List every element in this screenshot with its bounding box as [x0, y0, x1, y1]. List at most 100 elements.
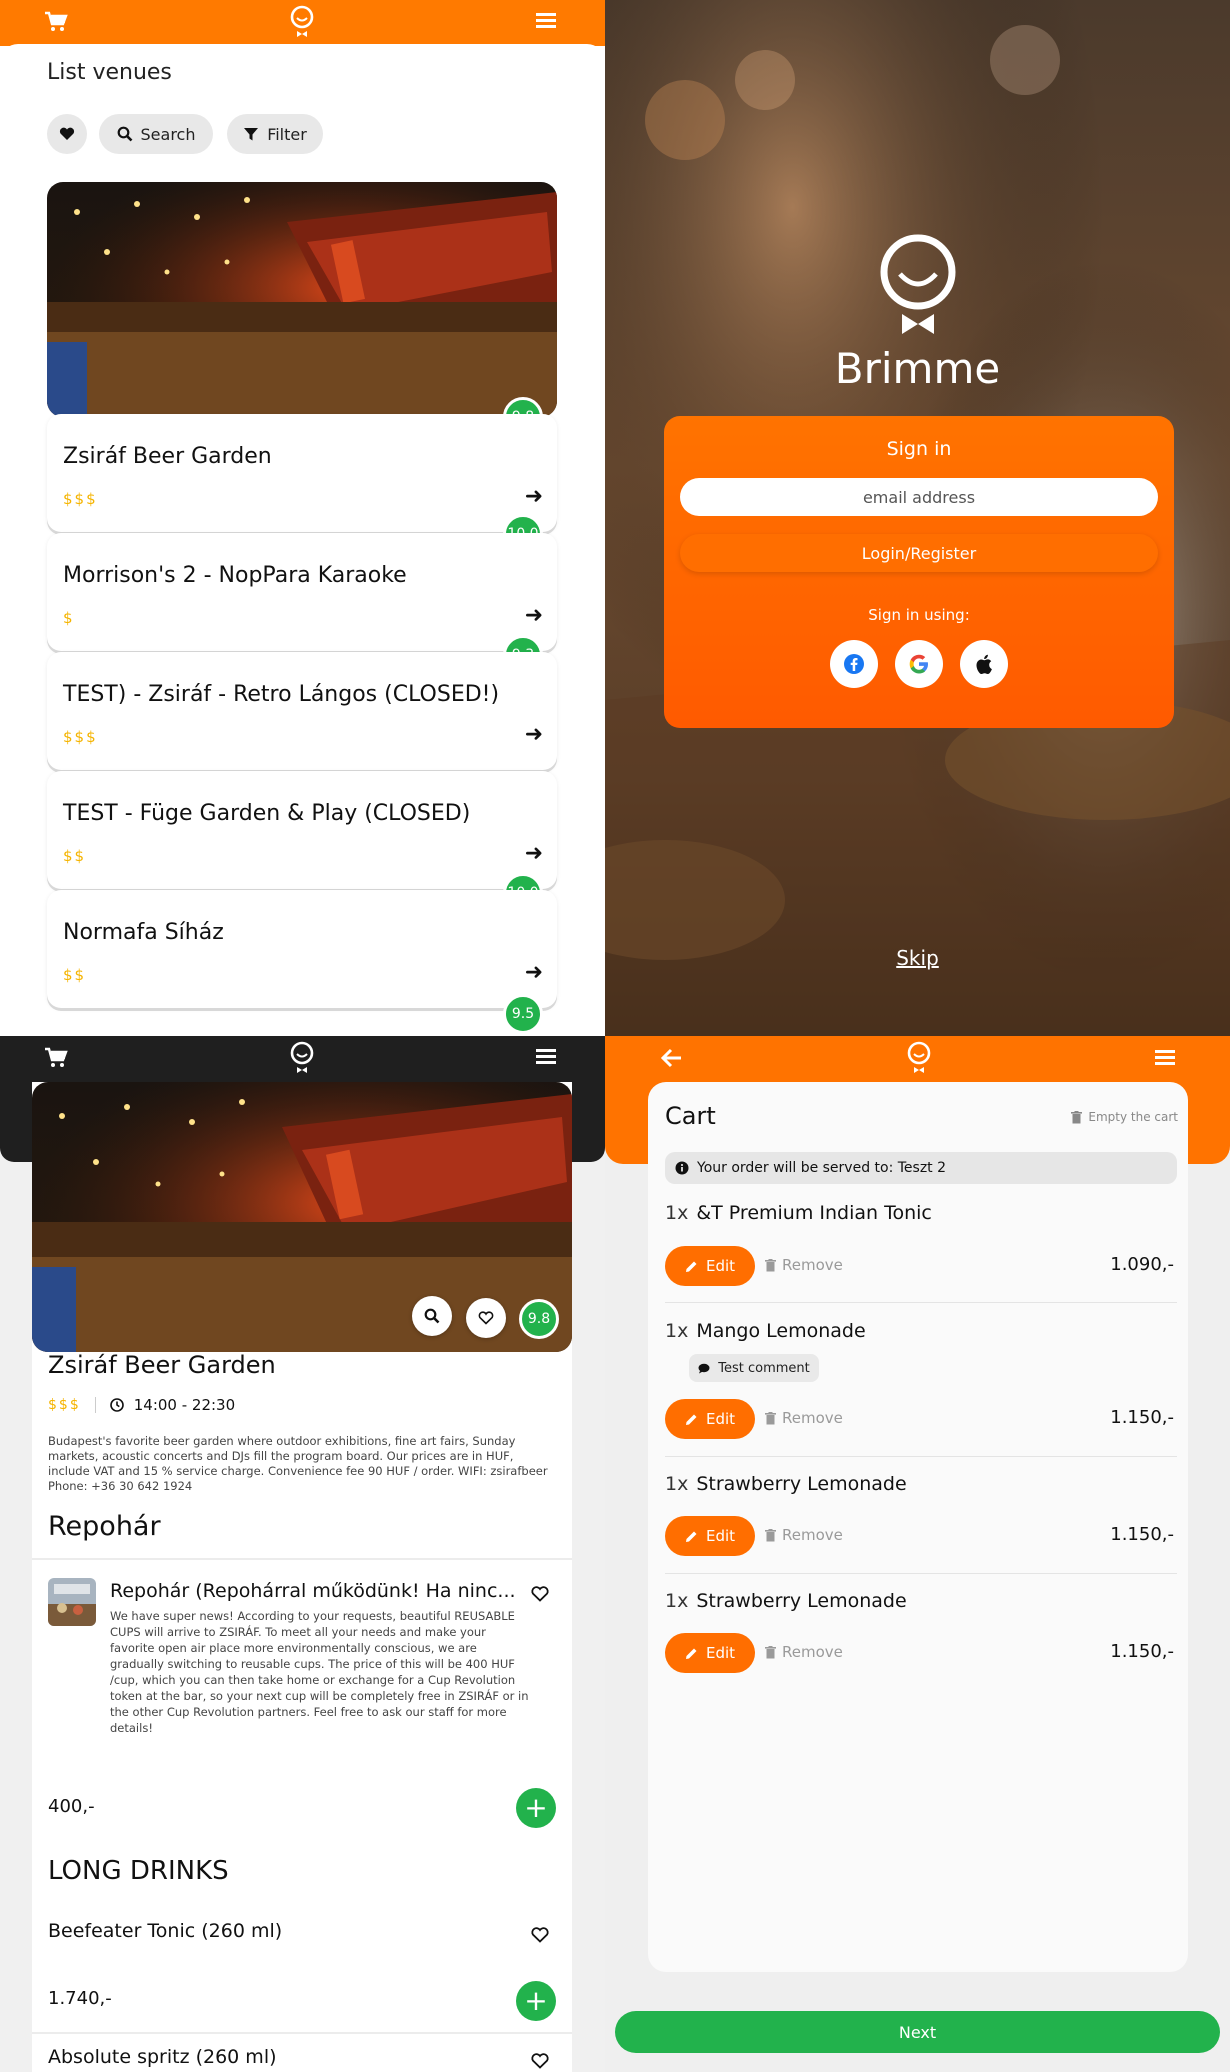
- next-button[interactable]: Next: [615, 2011, 1220, 2053]
- menu-item-name: Absolute spritz (260 ml): [48, 2046, 277, 2068]
- brimme-logo-icon[interactable]: [905, 1041, 933, 1079]
- cart-item-name: Mango Lemonade: [696, 1320, 866, 1342]
- menu-icon[interactable]: [536, 1047, 556, 1069]
- venue-name: Morrison's 2 - NopPara Karaoke: [63, 563, 407, 588]
- login-screen: Brimme Sign in email address Login/Regis…: [605, 0, 1230, 1036]
- trash-icon: [765, 1528, 776, 1541]
- add-to-cart-button[interactable]: +: [516, 1981, 556, 2021]
- pencil-icon: [685, 1261, 697, 1272]
- edit-button[interactable]: Edit: [665, 1246, 755, 1286]
- menu-icon[interactable]: [536, 11, 556, 35]
- email-field[interactable]: email address: [680, 478, 1158, 516]
- arrow-right-icon[interactable]: ➜: [525, 484, 543, 509]
- brimme-logo: Brimme: [605, 232, 1230, 393]
- arrow-right-icon[interactable]: ➜: [525, 722, 543, 747]
- menu-item-price: 400,-: [48, 1796, 95, 1817]
- arrow-right-icon[interactable]: ➜: [525, 960, 543, 985]
- venue-card[interactable]: Zsiráf Beer Garden $$$ ➜: [47, 414, 557, 532]
- cart-title: Cart: [665, 1102, 716, 1130]
- login-register-button[interactable]: Login/Register: [680, 534, 1158, 572]
- remove-label: Remove: [782, 1256, 843, 1274]
- arrow-right-icon[interactable]: ➜: [525, 841, 543, 866]
- edit-button[interactable]: Edit: [665, 1399, 755, 1439]
- heart-outline-icon[interactable]: [530, 2051, 550, 2071]
- edit-button[interactable]: Edit: [665, 1633, 755, 1673]
- google-login-button[interactable]: [895, 640, 943, 688]
- sign-in-title: Sign in: [886, 438, 952, 460]
- edit-label: Edit: [705, 1410, 736, 1428]
- menu-item-description: We have super news! According to your re…: [110, 1609, 529, 1735]
- info-icon: [675, 1161, 689, 1175]
- opening-hours: 14:00 - 22:30: [133, 1396, 236, 1414]
- section-title: LONG DRINKS: [48, 1856, 229, 1886]
- venue-name: Zsiráf Beer Garden: [63, 444, 272, 469]
- remove-button[interactable]: Remove: [765, 1643, 843, 1661]
- heart-outline-icon[interactable]: [530, 1925, 550, 1945]
- divider: [665, 1302, 1177, 1303]
- venue-name: Normafa Síház: [63, 920, 224, 945]
- apple-login-button[interactable]: [960, 640, 1008, 688]
- brand-name: Brimme: [834, 344, 1001, 393]
- empty-cart-label: Empty the cart: [1088, 1110, 1178, 1124]
- venue-card[interactable]: TEST) - Zsiráf - Retro Lángos (CLOSED!) …: [47, 652, 557, 770]
- cart-item-qty: 1x: [665, 1473, 689, 1495]
- pencil-icon: [685, 1414, 697, 1425]
- remove-button[interactable]: Remove: [765, 1256, 843, 1274]
- favorite-button[interactable]: [466, 1298, 506, 1338]
- empty-cart-button[interactable]: Empty the cart: [1071, 1110, 1178, 1124]
- trash-icon: [1071, 1110, 1083, 1123]
- trash-icon: [765, 1411, 776, 1424]
- venue-hero-image[interactable]: [47, 182, 557, 417]
- heart-outline-icon[interactable]: [530, 1584, 550, 1604]
- cart-item-price: 1.150,-: [1110, 1407, 1174, 1428]
- divider: [32, 1558, 572, 1560]
- venue-description: Budapest's favorite beer garden where ou…: [48, 1434, 548, 1493]
- venue-score-badge: 9.8: [519, 1299, 559, 1339]
- menu-item-name: Repohár (Repohárral működünk! Ha ninc...: [110, 1580, 516, 1602]
- meta-divider: [94, 1397, 96, 1413]
- cart-item-title: 1x Strawberry Lemonade: [665, 1590, 907, 1612]
- cart-icon[interactable]: [44, 1047, 68, 1073]
- venue-card[interactable]: Normafa Síház $$ ➜: [47, 890, 557, 1008]
- menu-icon[interactable]: [1155, 1048, 1175, 1070]
- edit-label: Edit: [705, 1644, 736, 1662]
- trash-icon: [765, 1258, 776, 1271]
- remove-label: Remove: [782, 1526, 843, 1544]
- brimme-logo-icon[interactable]: [288, 5, 316, 39]
- search-button[interactable]: [412, 1296, 452, 1336]
- heart-outline-icon: [478, 1311, 494, 1325]
- edit-button[interactable]: Edit: [665, 1516, 755, 1556]
- remove-button[interactable]: Remove: [765, 1526, 843, 1544]
- venue-card[interactable]: TEST - Füge Garden & Play (CLOSED) $$ ➜: [47, 771, 557, 889]
- comment-icon: [698, 1363, 710, 1373]
- cart-item-name: Strawberry Lemonade: [696, 1473, 907, 1495]
- cart-item-qty: 1x: [665, 1202, 689, 1224]
- list-venues-screen: List venues Search Filter Zsiráf Beer Ga…: [0, 0, 605, 1036]
- cart-icon[interactable]: [44, 11, 68, 39]
- venue-price-level: $$$: [48, 1397, 81, 1413]
- brimme-logo-icon[interactable]: [288, 1041, 316, 1079]
- google-icon: [909, 654, 928, 674]
- skip-link[interactable]: Skip: [605, 946, 1230, 970]
- venue-score-badge: 9.5: [503, 994, 543, 1034]
- filter-icon: [244, 128, 259, 141]
- venue-price-level: $$: [63, 966, 87, 984]
- cart-item-price: 1.150,-: [1110, 1524, 1174, 1545]
- filter-button[interactable]: Filter: [227, 114, 323, 154]
- remove-button[interactable]: Remove: [765, 1409, 843, 1427]
- back-arrow-icon[interactable]: [660, 1048, 683, 1072]
- search-icon: [117, 126, 132, 142]
- cart-item-title: 1x Strawberry Lemonade: [665, 1473, 907, 1495]
- cart-item-qty: 1x: [665, 1320, 689, 1342]
- venue-name: Zsiráf Beer Garden: [48, 1351, 276, 1379]
- arrow-right-icon[interactable]: ➜: [525, 603, 543, 628]
- search-button[interactable]: Search: [99, 114, 213, 154]
- trash-icon: [765, 1645, 776, 1658]
- sign-in-using-label: Sign in using:: [868, 606, 970, 624]
- facebook-login-button[interactable]: [830, 640, 878, 688]
- add-to-cart-button[interactable]: +: [516, 1788, 556, 1828]
- favorites-button[interactable]: [47, 114, 87, 154]
- venue-card[interactable]: Morrison's 2 - NopPara Karaoke $ ➜: [47, 533, 557, 651]
- pencil-icon: [685, 1648, 697, 1659]
- cart-item-price: 1.090,-: [1110, 1254, 1174, 1275]
